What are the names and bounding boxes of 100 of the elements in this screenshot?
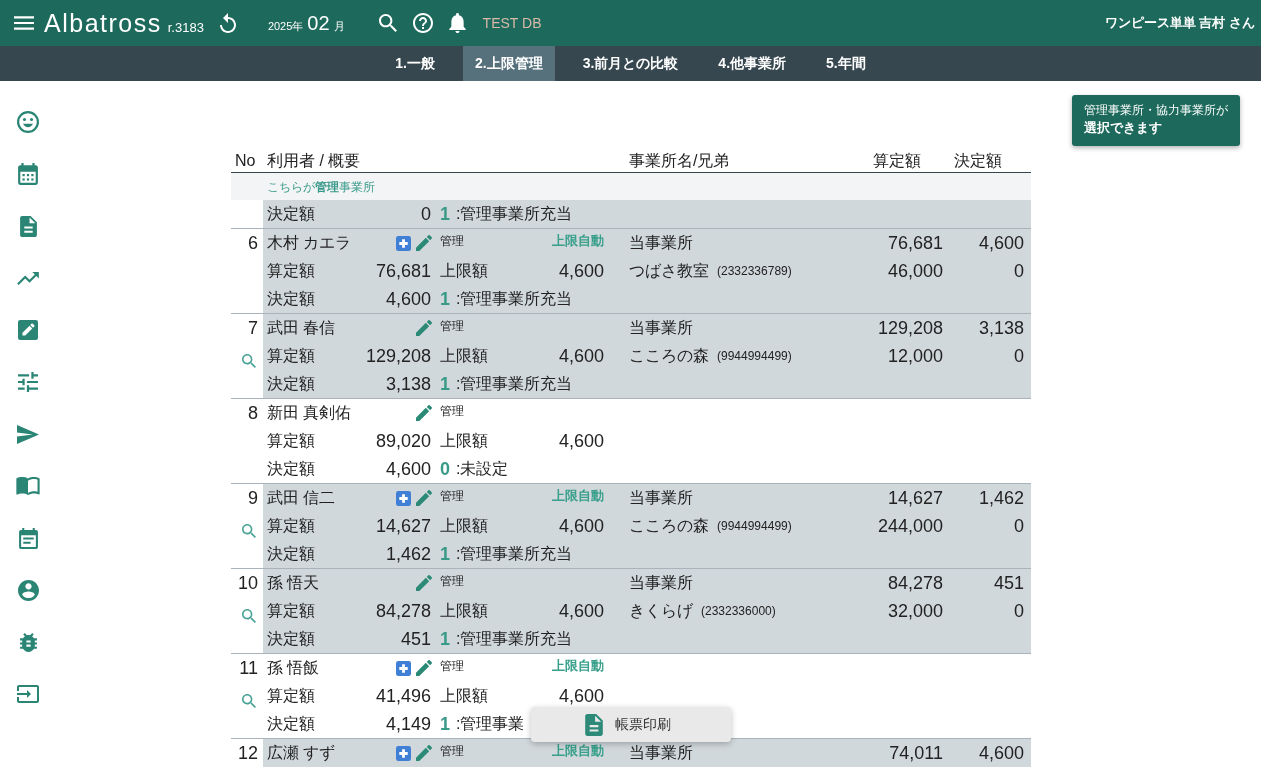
calc-amount: 76,681: [375, 259, 431, 283]
search-icon[interactable]: [242, 524, 256, 538]
role-label: 管理: [440, 403, 464, 419]
enter-icon[interactable]: [17, 685, 39, 703]
office-name: つばさ教室: [629, 261, 709, 281]
role-label: 管理: [440, 318, 464, 334]
calc-label: 算定額: [267, 431, 315, 451]
bell-icon[interactable]: [448, 13, 466, 33]
decided-label: 決定額: [267, 374, 315, 394]
office-name: こころの森: [629, 516, 709, 536]
role-label: 管理: [440, 233, 464, 249]
office-name: こころの森: [629, 346, 709, 366]
office-calc-amount: 74,011: [889, 741, 943, 765]
office-name: 当事業所: [629, 573, 693, 593]
open-book-icon[interactable]: [16, 477, 40, 495]
tab[interactable]: 3.前月との比較: [570, 46, 691, 81]
allocation-text: :管理事業: [456, 714, 525, 734]
row-number: 11: [239, 656, 258, 680]
limit-amount: 4,600: [558, 684, 604, 708]
refresh-icon[interactable]: [219, 13, 236, 33]
edit-icon[interactable]: [416, 660, 432, 676]
sliders-icon[interactable]: [18, 372, 38, 392]
tab[interactable]: 4.他事業所: [706, 46, 799, 81]
tab[interactable]: 5.年間: [814, 46, 878, 81]
office-calc-amount: 129,208: [877, 316, 943, 340]
office-decided-amount: 4,600: [978, 741, 1024, 765]
office-name: 当事業所: [629, 318, 693, 338]
allocation-text: :管理事業所充当: [456, 374, 573, 394]
menu-item[interactable]: 帳票印刷: [531, 707, 731, 742]
decided-amount: 451: [400, 627, 431, 651]
office-name: 当事業所: [629, 743, 693, 763]
auto-limit-label: 上限自動: [552, 488, 604, 504]
document-icon[interactable]: [19, 215, 37, 237]
limit-label: 上限額: [440, 686, 488, 706]
tab[interactable]: 1.一般: [383, 46, 447, 81]
edit-icon[interactable]: [416, 745, 432, 761]
add-icon[interactable]: [396, 660, 411, 676]
database-label: TEST DB: [482, 13, 542, 33]
app-logo: Albatross: [44, 10, 162, 36]
add-icon[interactable]: [396, 745, 411, 761]
limit-label: 上限額: [440, 601, 488, 621]
user-name: 新田 真剣佑: [267, 403, 352, 423]
smiley-face-icon[interactable]: [17, 111, 39, 133]
calc-label: 算定額: [267, 261, 315, 281]
office-decided-amount: 0: [1014, 599, 1024, 623]
menu-icon[interactable]: [14, 16, 34, 30]
edit-icon[interactable]: [416, 320, 432, 336]
office-name: 当事業所: [629, 488, 693, 508]
search-icon[interactable]: [242, 694, 256, 708]
role-label: 管理: [440, 658, 464, 674]
calendar-icon[interactable]: [18, 163, 38, 185]
send-icon[interactable]: [17, 424, 39, 444]
revision-label: r.3183: [167, 20, 204, 34]
office-name: きくらげ: [629, 601, 693, 621]
limit-label: 上限額: [440, 516, 488, 536]
row-number: 10: [237, 571, 258, 595]
search-icon[interactable]: [242, 609, 256, 623]
limit-amount: 4,600: [558, 259, 604, 283]
bug-icon[interactable]: [19, 632, 37, 652]
auto-limit-label: 上限自動: [552, 743, 604, 759]
office-calc-amount: 46,000: [887, 259, 943, 283]
column-header: 利用者 / 概要: [267, 151, 361, 169]
decided-amount: 4,600: [385, 457, 431, 481]
tab[interactable]: 2.上限管理: [462, 46, 555, 81]
row-number: 6: [248, 231, 258, 255]
allocation-code: 1: [440, 627, 450, 651]
search-icon[interactable]: [378, 14, 397, 32]
allocation-code: 1: [440, 202, 450, 226]
office-decided-amount: 451: [993, 571, 1024, 595]
user-name-label: ワンピース単単 吉村 さん: [1104, 14, 1255, 33]
column-header: 事業所名/兄弟: [629, 151, 730, 169]
calc-label: 算定額: [267, 516, 315, 536]
decided-amount: 0: [421, 202, 431, 226]
edit-icon[interactable]: [416, 490, 432, 506]
office-number: (2332336789): [717, 263, 792, 280]
office-number: (9944994499): [717, 518, 792, 535]
document-icon: [585, 713, 603, 736]
column-header: No: [235, 151, 256, 169]
row-number: 7: [248, 316, 258, 340]
calendar-note-icon[interactable]: [18, 527, 38, 549]
role-label: 管理: [440, 573, 464, 589]
edit-icon[interactable]: [416, 575, 432, 591]
add-icon[interactable]: [396, 490, 411, 506]
allocation-code: 1: [440, 542, 450, 566]
role-label: 管理: [440, 488, 464, 504]
add-icon[interactable]: [396, 235, 411, 251]
edit-icon[interactable]: [18, 320, 38, 340]
month-picker[interactable]: 2025年 02 月: [267, 8, 345, 38]
edit-icon[interactable]: [416, 405, 432, 421]
trending-up-icon[interactable]: [17, 271, 39, 285]
column-header: 算定額: [873, 151, 921, 169]
decided-amount: 1,462: [385, 542, 431, 566]
row-number: 12: [237, 741, 258, 765]
decided-label: 決定額: [267, 289, 315, 309]
user-name: 広瀬 すず: [267, 743, 336, 763]
help-icon[interactable]: [412, 13, 433, 33]
search-icon[interactable]: [242, 354, 256, 368]
office-number: (9944994499): [717, 348, 792, 365]
office-calc-amount: 14,627: [887, 486, 943, 510]
edit-icon[interactable]: [416, 235, 432, 251]
